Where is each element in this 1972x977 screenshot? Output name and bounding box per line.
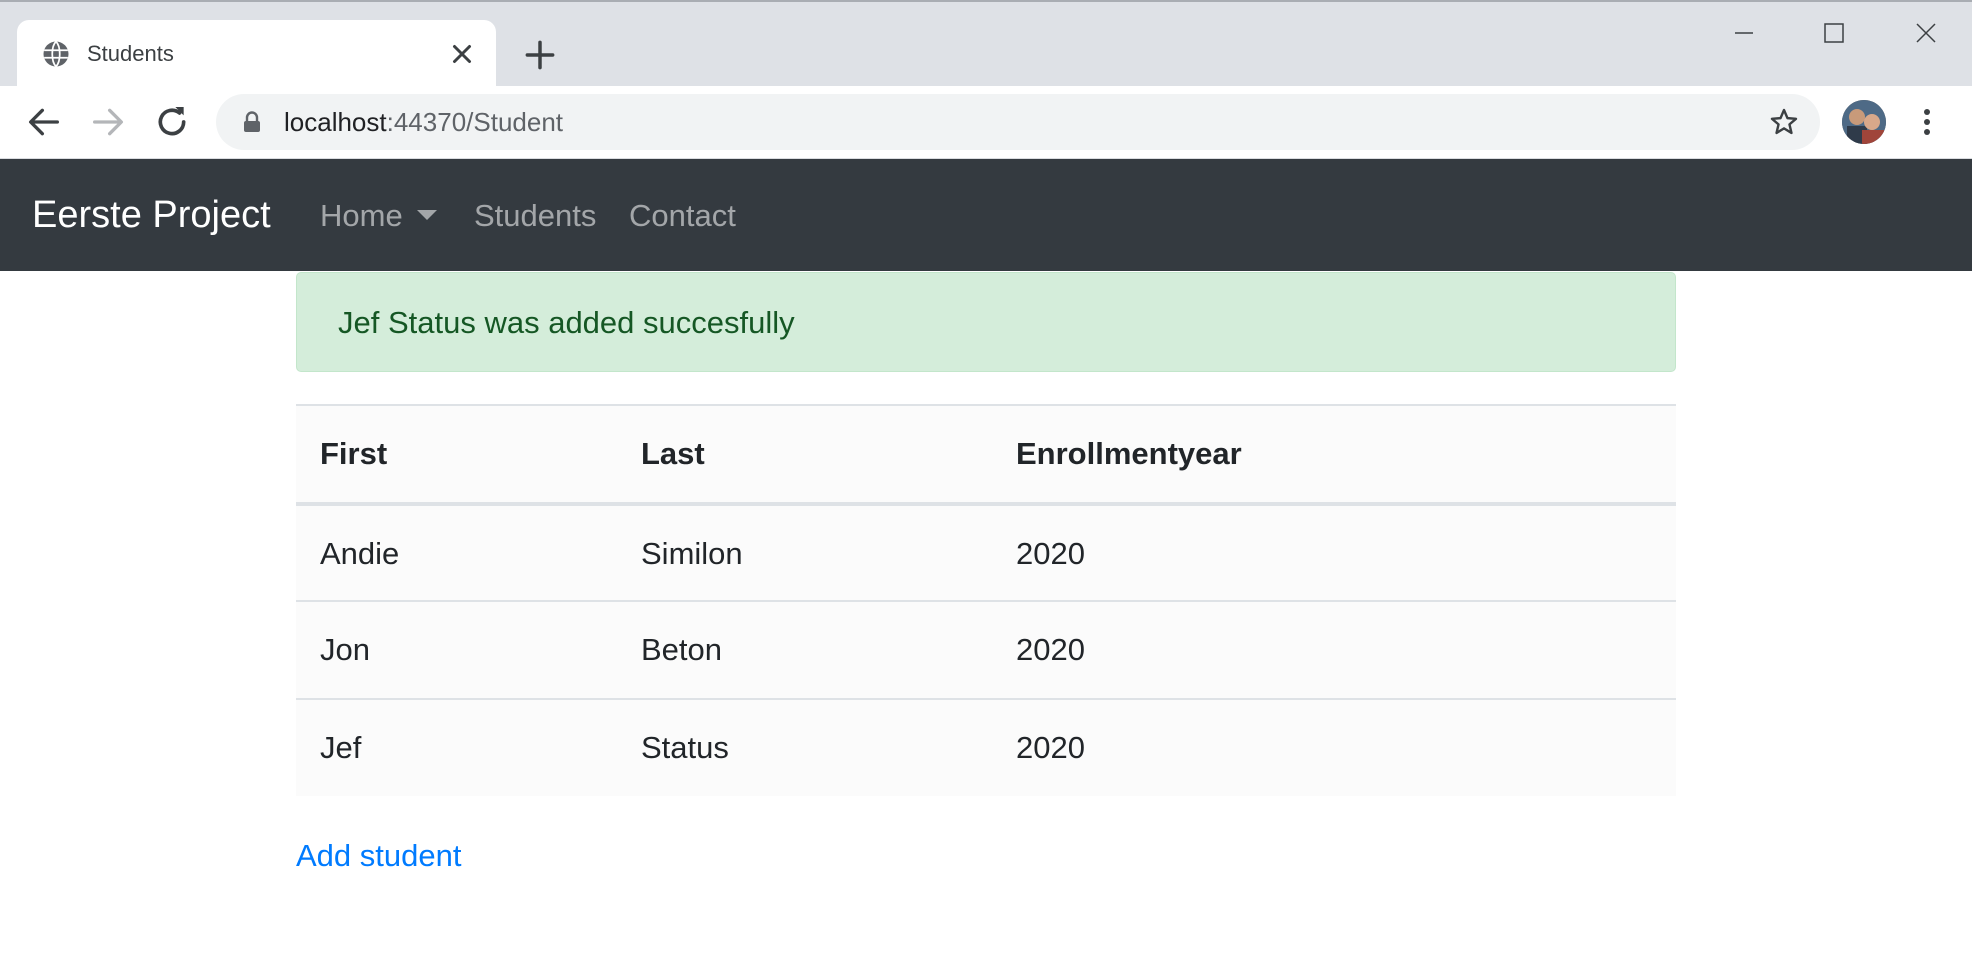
brand-link[interactable]: Eerste Project <box>32 193 271 237</box>
column-header-enrollmentyear: Enrollmentyear <box>1016 436 1242 471</box>
browser-toolbar: localhost:44370/Student <box>0 86 1972 159</box>
browser-tab-strip: Students <box>0 0 1972 88</box>
nav-link-students[interactable]: Students <box>474 197 596 235</box>
minimize-icon[interactable] <box>1724 16 1764 50</box>
more-menu-icon[interactable] <box>1912 104 1942 140</box>
globe-icon <box>43 40 69 68</box>
table-row: Jef Status 2020 <box>296 698 1676 796</box>
cell-first: Andie <box>320 536 400 571</box>
address-bar[interactable]: localhost:44370/Student <box>216 94 1820 150</box>
profile-photo-icon <box>1842 100 1886 144</box>
browser-tab-students[interactable]: Students <box>17 20 496 88</box>
bookmark-star-icon[interactable] <box>1768 106 1800 138</box>
nav-link-home[interactable]: Home <box>320 197 437 235</box>
back-arrow-icon[interactable] <box>24 102 64 142</box>
success-alert: Jef Status was added succesfully <box>296 272 1676 372</box>
close-tab-icon[interactable] <box>447 39 477 69</box>
maximize-icon[interactable] <box>1814 16 1854 50</box>
url-host: localhost <box>284 107 387 137</box>
profile-avatar[interactable] <box>1842 100 1886 144</box>
cell-enrollmentyear: 2020 <box>1016 536 1085 571</box>
new-tab-icon[interactable] <box>521 36 559 74</box>
cell-last: Beton <box>641 632 723 667</box>
nav-link-home-label: Home <box>320 198 403 233</box>
table-header-row: First Last Enrollmentyear <box>296 404 1676 502</box>
add-student-link[interactable]: Add student <box>296 836 461 876</box>
close-window-icon[interactable] <box>1906 16 1946 50</box>
cell-last: Similon <box>641 536 743 571</box>
cell-last: Status <box>641 730 729 765</box>
cell-first: Jon <box>320 632 370 667</box>
url-text[interactable]: localhost:44370/Student <box>284 107 563 137</box>
column-header-last: Last <box>641 436 705 471</box>
url-path: :44370/Student <box>386 107 564 137</box>
tab-title: Students <box>87 41 174 66</box>
table-row: Andie Similon 2020 <box>296 502 1676 600</box>
students-table: First Last Enrollmentyear Andie Similon … <box>296 404 1676 796</box>
chevron-down-icon <box>416 209 437 220</box>
forward-arrow-icon[interactable] <box>88 102 128 142</box>
site-navbar: Eerste Project Home Students Contact <box>0 159 1972 271</box>
cell-enrollmentyear: 2020 <box>1016 730 1085 765</box>
cell-first: Jef <box>320 730 362 765</box>
nav-link-contact[interactable]: Contact <box>629 197 736 235</box>
reload-icon[interactable] <box>152 102 192 142</box>
alert-message: Jef Status was added succesfully <box>338 305 795 340</box>
cell-enrollmentyear: 2020 <box>1016 632 1085 667</box>
table-row: Jon Beton 2020 <box>296 600 1676 698</box>
lock-icon[interactable] <box>242 111 262 133</box>
column-header-first: First <box>320 436 388 471</box>
